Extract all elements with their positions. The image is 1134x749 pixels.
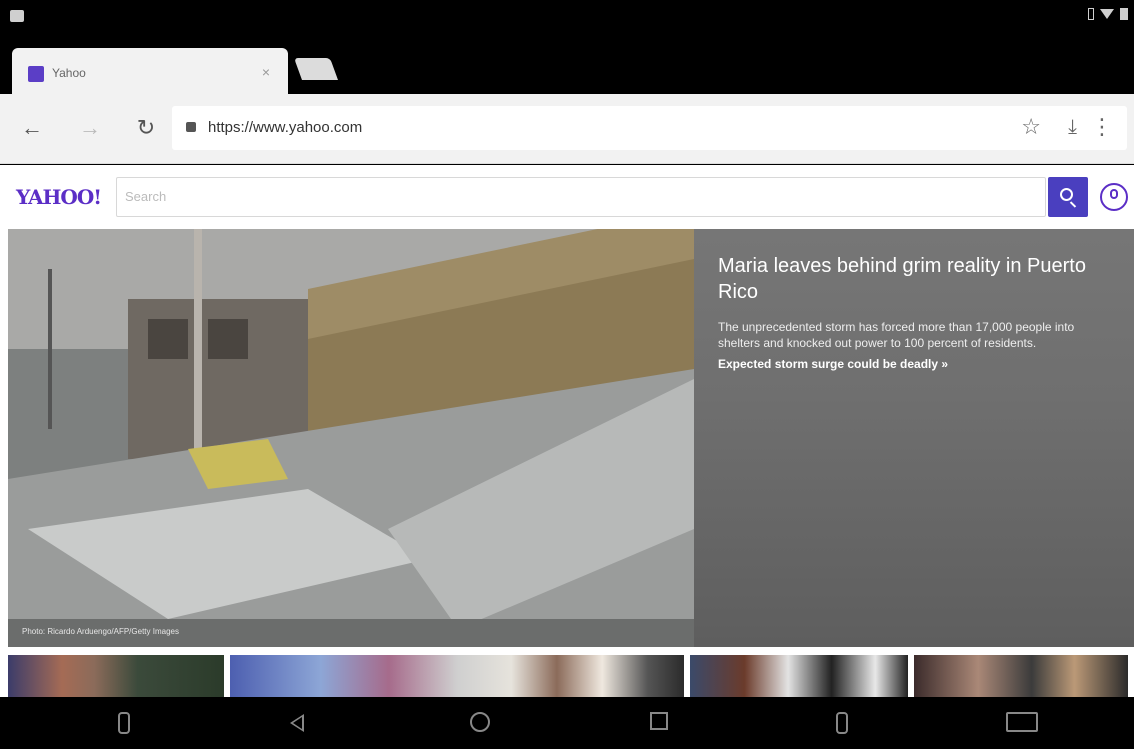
url-text[interactable]: https://www.yahoo.com xyxy=(208,119,362,136)
tab-close-icon[interactable]: × xyxy=(262,64,270,80)
download-icon[interactable]: ⤓ xyxy=(1068,116,1077,139)
browser-toolbar: ← → ↻ https://www.yahoo.com ☆ ⤓ ⋮ xyxy=(0,94,1134,164)
keyboard-icon[interactable] xyxy=(1006,712,1038,732)
hero-title[interactable]: Maria leaves behind grim reality in Puer… xyxy=(718,253,1114,305)
hero-text-panel[interactable]: Maria leaves behind grim reality in Puer… xyxy=(694,229,1134,647)
star-icon[interactable]: ☆ xyxy=(1021,114,1041,140)
user-account-icon[interactable] xyxy=(1100,183,1128,211)
status-bar xyxy=(0,0,1134,34)
notification-icon xyxy=(10,10,24,22)
bluetooth-icon xyxy=(1088,8,1094,20)
hero-description: The unprecedented storm has forced more … xyxy=(718,320,1075,350)
reload-icon[interactable]: ↻ xyxy=(132,114,160,142)
battery-icon xyxy=(1120,8,1128,20)
rotate-icon[interactable] xyxy=(118,712,130,734)
search-icon xyxy=(1060,188,1073,201)
hero-photo-illustration xyxy=(8,229,694,647)
thumbnail-story[interactable] xyxy=(690,655,908,697)
thumbnail-story[interactable] xyxy=(914,655,1128,697)
yahoo-favicon-icon xyxy=(28,66,44,82)
thumbnail-story[interactable] xyxy=(230,655,684,697)
forward-arrow-icon[interactable]: → xyxy=(76,114,104,142)
thumbnail-strip xyxy=(0,647,1134,697)
screenshot-icon[interactable] xyxy=(836,712,848,734)
back-nav-icon[interactable] xyxy=(290,714,304,732)
search-button[interactable] xyxy=(1048,177,1088,217)
overflow-menu-icon[interactable]: ⋮ xyxy=(1091,114,1113,140)
photo-credit: Photo: Ricardo Arduengo/AFP/Getty Images xyxy=(22,627,179,636)
yahoo-logo[interactable]: YAHOO! xyxy=(16,185,102,209)
hero-image[interactable]: Photo: Ricardo Arduengo/AFP/Getty Images xyxy=(8,229,694,647)
search-icon-handle xyxy=(1069,201,1077,208)
tab-title: Yahoo xyxy=(52,66,86,80)
recent-apps-icon[interactable] xyxy=(650,712,668,730)
lock-icon xyxy=(186,122,196,132)
back-arrow-icon[interactable]: ← xyxy=(18,114,46,142)
tab-yahoo[interactable]: Yahoo × xyxy=(12,48,288,94)
hero-story[interactable]: Photo: Ricardo Arduengo/AFP/Getty Images… xyxy=(0,229,1134,647)
android-nav-bar xyxy=(0,697,1134,749)
wifi-icon xyxy=(1100,9,1114,19)
status-icons xyxy=(1088,8,1128,20)
tab-strip: Yahoo × xyxy=(0,34,1134,94)
android-screen: Yahoo × ← → ↻ https://www.yahoo.com ☆ ⤓ … xyxy=(0,0,1134,749)
home-nav-icon[interactable] xyxy=(470,712,490,732)
search-input[interactable]: Search xyxy=(116,177,1046,217)
hero-related-link[interactable]: Expected storm surge could be deadly » xyxy=(718,357,1114,371)
user-head-shape xyxy=(1110,189,1118,199)
yahoo-header: YAHOO! Search xyxy=(0,165,1134,229)
address-bar[interactable]: https://www.yahoo.com ☆ ⤓ ⋮ xyxy=(172,106,1127,150)
search-placeholder: Search xyxy=(125,189,167,204)
new-tab-button[interactable] xyxy=(293,58,339,80)
thumbnail-story[interactable] xyxy=(8,655,224,697)
